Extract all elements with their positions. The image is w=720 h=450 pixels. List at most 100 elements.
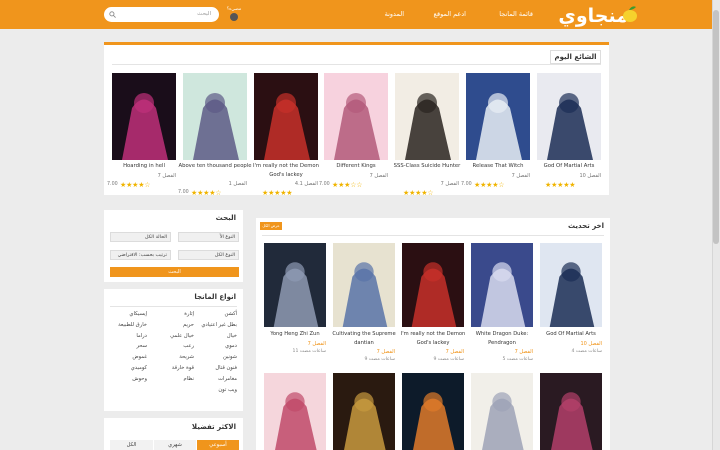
view-all-badge[interactable]: عرض الكل: [260, 222, 282, 230]
trending-card[interactable]: Hoarding in hell الفصل 7 7.00 ★★★★☆: [107, 73, 176, 193]
nav-support[interactable]: ادعم الموقع: [434, 10, 466, 18]
genre-link[interactable]: غموض: [132, 354, 147, 360]
manga-cover[interactable]: [471, 373, 533, 450]
nav-manga-list[interactable]: قائمة المانجا: [499, 10, 533, 18]
genres-panel: انواع المانجا أكشن بطل غير اعتيادي خيال دمو…: [104, 289, 243, 411]
manga-title[interactable]: God Of Martial Arts: [531, 162, 607, 171]
genre-select[interactable]: النوع الكل: [178, 250, 239, 260]
manga-cover[interactable]: [471, 243, 533, 327]
manga-cover[interactable]: [333, 373, 395, 450]
manga-title[interactable]: Cultivating the Supreme dantian: [325, 330, 403, 347]
manga-title[interactable]: Different Kings: [318, 162, 394, 171]
latest-chapter[interactable]: الفصل 7: [515, 349, 533, 355]
rating: 7.00 ★★★★☆: [178, 189, 248, 197]
search-icon[interactable]: [109, 11, 116, 18]
manga-cover[interactable]: [264, 373, 326, 450]
trending-card[interactable]: God Of Martial Arts الفصل 10 ★★★★★: [537, 73, 601, 193]
genre-link[interactable]: ويب تون: [218, 387, 237, 393]
section-divider: [262, 235, 604, 236]
manga-cover[interactable]: [540, 373, 602, 450]
chapter-label[interactable]: الفصل 7: [441, 181, 459, 187]
genre-link[interactable]: فنون قتال: [215, 365, 237, 371]
latest-chapter[interactable]: الفصل 7: [377, 349, 395, 355]
manga-cover[interactable]: [254, 73, 318, 160]
genre-link[interactable]: سحر: [136, 343, 147, 349]
rating: ★★★★★: [532, 181, 602, 189]
chapter-label[interactable]: الفصل 10: [579, 173, 601, 179]
manga-title[interactable]: I'm really not the Demon God's lackey: [394, 330, 472, 347]
manga-cover[interactable]: [402, 373, 464, 450]
update-time: 4 ساعات مضت: [571, 348, 602, 354]
genre-link[interactable]: شونين: [223, 354, 237, 360]
genre-link[interactable]: حريم: [183, 322, 194, 328]
genre-link[interactable]: خيال: [227, 333, 237, 339]
chapter-label[interactable]: الفصل 4.1: [295, 181, 318, 187]
manga-cover[interactable]: [540, 243, 602, 327]
manga-cover[interactable]: [324, 73, 388, 160]
latest-chapter[interactable]: الفصل 7: [446, 349, 464, 355]
tab-weekly[interactable]: أسبوعي: [197, 440, 239, 450]
manga-title[interactable]: God Of Martial Arts: [532, 330, 610, 339]
trending-card[interactable]: Different Kings الفصل 7 7.00 ★★★☆☆: [319, 73, 388, 193]
trending-card[interactable]: SSS-Class Suicide Hunter الفصل 7 ★★★★☆: [394, 73, 460, 197]
genre-link[interactable]: إثارة: [184, 311, 194, 317]
rating-stars-icon: ★★★★★: [262, 189, 293, 197]
genre-link[interactable]: خيال علمي: [170, 333, 194, 339]
manga-cover[interactable]: [264, 243, 326, 327]
trending-card[interactable]: Above ten thousand people الفصل 1 7.00 ★★★★…: [178, 73, 252, 197]
rating-stars-icon: ★★★★☆: [191, 189, 222, 197]
manga-cover[interactable]: [333, 243, 395, 327]
manga-cover[interactable]: [112, 73, 176, 160]
genre-link[interactable]: دراما: [136, 333, 147, 339]
mango-logo-icon: [623, 6, 637, 22]
tab-monthly[interactable]: شهري: [154, 440, 196, 450]
latest-chapter[interactable]: الفصل 7: [308, 341, 326, 347]
genre-link[interactable]: شريحة: [179, 354, 194, 360]
genre-link[interactable]: دموي: [225, 343, 237, 349]
manga-title[interactable]: SSS-Class Suicide Hunter: [389, 162, 465, 171]
search-input[interactable]: البحث: [104, 7, 219, 22]
manga-title[interactable]: Release That Witch: [460, 162, 536, 171]
manga-cover[interactable]: [537, 73, 601, 160]
trending-card[interactable]: Release That Witch الفصل 7 7.00 ★★★★☆: [461, 73, 530, 193]
chapter-label[interactable]: الفصل 7: [158, 173, 176, 179]
manga-cover[interactable]: [183, 73, 247, 160]
trending-title: الشائع اليوم: [550, 50, 601, 64]
manga-cover[interactable]: [395, 73, 459, 160]
latest-chapter[interactable]: الفصل 10: [580, 341, 602, 347]
trending-card[interactable]: I'm really not the Demon God's lackey الف…: [253, 73, 319, 197]
tab-all[interactable]: الكل: [110, 440, 153, 450]
chapter-label[interactable]: الفصل 1: [229, 181, 247, 187]
manga-title[interactable]: Yong Heng Zhi Zun: [256, 330, 334, 339]
genre-link[interactable]: كوميدي: [131, 365, 147, 371]
manga-title[interactable]: Hoarding in hell: [106, 162, 182, 171]
site-logo[interactable]: منجاوي: [558, 5, 628, 27]
genre-link[interactable]: رعب: [183, 343, 194, 349]
most-viewed-title: الاكثر تفضيلا: [191, 423, 236, 431]
manga-cover[interactable]: [402, 243, 464, 327]
genre-link[interactable]: بطل غير اعتيادي: [201, 322, 237, 328]
theme-toggle[interactable]: [230, 13, 238, 21]
chapter-label[interactable]: الفصل 7: [512, 173, 530, 179]
genre-link[interactable]: أكشن: [225, 311, 238, 317]
type-select[interactable]: النوع الأ: [178, 232, 239, 242]
nav-blog[interactable]: المدونة: [385, 10, 404, 18]
genres-title: انواع المانجا: [194, 293, 236, 301]
scrollbar-thumb[interactable]: [713, 10, 719, 244]
genre-link[interactable]: إيسيكاي: [129, 311, 147, 317]
manga-cover[interactable]: [466, 73, 530, 160]
sort-select[interactable]: ترتيب بحسب: الافتراضي: [110, 250, 171, 260]
genre-link[interactable]: وحوش: [132, 376, 147, 382]
genre-link[interactable]: نظام: [184, 376, 195, 382]
status-select[interactable]: الحالة الكل: [110, 232, 171, 242]
genre-link[interactable]: خارق للطبيعة: [118, 322, 147, 328]
genre-link[interactable]: قوة خارقة: [172, 365, 194, 371]
genre-link[interactable]: مغامرات: [218, 376, 237, 382]
manga-title[interactable]: I'm really not the Demon God's lackey: [248, 162, 324, 179]
search-button[interactable]: البحث: [110, 267, 239, 277]
chapter-label[interactable]: الفصل 7: [370, 173, 388, 179]
rating-stars-icon: ★★★★☆: [474, 180, 505, 189]
manga-title[interactable]: White Dragon Duke: Pendragon: [463, 330, 541, 347]
manga-title[interactable]: Above ten thousand people: [177, 162, 253, 171]
rating-stars-icon: ★★★★☆: [403, 189, 434, 197]
